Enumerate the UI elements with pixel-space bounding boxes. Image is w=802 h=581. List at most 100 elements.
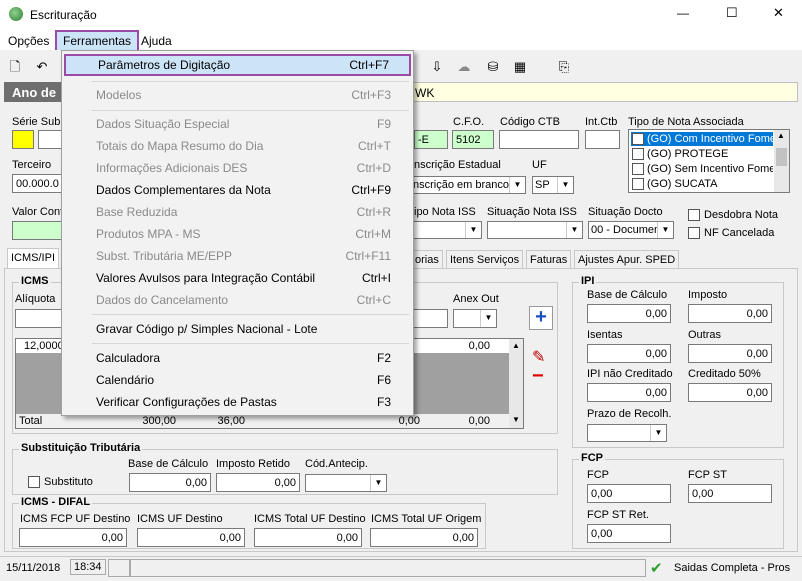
cfo-input[interactable]: 5102 bbox=[452, 130, 494, 149]
serie-label: Série Sub bbox=[12, 116, 61, 128]
menu-item-situacao-especial[interactable]: Dados Situação Especial F9 bbox=[64, 113, 411, 135]
difal-fcp-input[interactable]: 0,00 bbox=[19, 528, 127, 547]
new-document-icon[interactable]: 🗋 bbox=[6, 58, 24, 76]
substituto-checkbox[interactable] bbox=[28, 476, 40, 488]
st-imposto-input[interactable]: 0,00 bbox=[216, 473, 300, 492]
chevron-down-icon[interactable]: ▼ bbox=[480, 310, 496, 327]
ipi-isentas-input[interactable]: 0,00 bbox=[587, 344, 671, 363]
codigo-ctb-input[interactable] bbox=[499, 130, 579, 149]
cfo-prefix-input[interactable]: -E bbox=[414, 130, 448, 149]
aliquota-input[interactable] bbox=[15, 309, 65, 328]
tipo-iss-select[interactable]: ▼ bbox=[410, 221, 482, 239]
desdobra-checkbox[interactable] bbox=[688, 209, 700, 221]
menu-item-base-reduzida[interactable]: Base Reduzida Ctrl+R bbox=[64, 201, 411, 223]
scroll-up-icon[interactable]: ▲ bbox=[777, 131, 785, 140]
menu-item-parametros[interactable]: Parâmetros de Digitação Ctrl+F7 bbox=[64, 54, 411, 76]
chevron-down-icon[interactable]: ▼ bbox=[370, 475, 386, 491]
st-base-input[interactable]: 0,00 bbox=[129, 473, 211, 492]
ipi-prazo-select[interactable]: ▼ bbox=[587, 424, 667, 442]
sit-docto-select[interactable]: 00 - Documen ▼ bbox=[588, 221, 674, 239]
tab-faturas[interactable]: Faturas bbox=[526, 250, 572, 269]
grid-icon[interactable]: ▦ bbox=[511, 58, 529, 76]
chevron-down-icon[interactable]: ▼ bbox=[566, 222, 582, 238]
menu-item-produtos-mpa[interactable]: Produtos MPA - MS Ctrl+M bbox=[64, 223, 411, 245]
tab-itens-servicos[interactable]: Itens Serviços bbox=[446, 250, 524, 269]
checkbox-icon[interactable] bbox=[632, 133, 644, 145]
int-ctb-input[interactable] bbox=[585, 130, 620, 149]
minimize-icon[interactable]: — bbox=[677, 6, 689, 20]
menu-item-mapa-resumo[interactable]: Totais do Mapa Resumo do Dia Ctrl+T bbox=[64, 135, 411, 157]
ipi-imposto-input[interactable]: 0,00 bbox=[688, 304, 772, 323]
tipo-nota-list[interactable]: (GO) Com Incentivo Fomer (GO) PROTEGE (G… bbox=[628, 129, 790, 193]
valor-input[interactable] bbox=[12, 221, 62, 240]
menu-item-dados-cancelamento[interactable]: Dados do Cancelamento Ctrl+C bbox=[64, 289, 411, 311]
list-item[interactable]: (GO) Com Incentivo Fomer bbox=[631, 132, 773, 146]
menu-item-gravar-codigo[interactable]: Gravar Código p/ Simples Nacional - Lote bbox=[64, 318, 411, 340]
tab-icms-ipi[interactable]: ICMS/IPI bbox=[7, 248, 60, 270]
menu-opcoes[interactable]: Opções bbox=[8, 34, 49, 48]
cib-icon[interactable]: ⛁ bbox=[484, 58, 502, 76]
tab-ajustes-sped[interactable]: Ajustes Apur. SPED bbox=[574, 250, 680, 269]
fcp-st-ret-input[interactable]: 0,00 bbox=[587, 524, 671, 543]
menu-item-verificar-pastas[interactable]: Verificar Configurações de Pastas F3 bbox=[64, 391, 411, 413]
menu-item-modelos[interactable]: Modelos Ctrl+F3 bbox=[64, 84, 411, 106]
menu-item-info-des[interactable]: Informações Adicionais DES Ctrl+D bbox=[64, 157, 411, 179]
chevron-down-icon[interactable]: ▼ bbox=[509, 177, 525, 193]
sit-docto-value: 00 - Documen bbox=[591, 224, 661, 236]
sit-iss-select[interactable]: ▼ bbox=[487, 221, 583, 239]
icms-field-right[interactable] bbox=[412, 309, 448, 328]
edit-icon[interactable]: ✎ bbox=[532, 347, 545, 367]
list-item[interactable]: (GO) PROTEGE bbox=[631, 147, 773, 161]
total-value: 0,00 bbox=[398, 415, 420, 427]
chevron-down-icon[interactable]: ▼ bbox=[657, 222, 673, 238]
tab-acessorias[interactable]: orias bbox=[411, 250, 443, 269]
menu-item-valores-avulsos[interactable]: Valores Avulsos para Integração Contábil… bbox=[64, 267, 411, 289]
checkbox-icon[interactable] bbox=[632, 178, 644, 190]
cloud-icon[interactable]: ☁ bbox=[455, 58, 473, 76]
fcp-st-input[interactable]: 0,00 bbox=[688, 484, 772, 503]
nf-cancelada-checkbox[interactable] bbox=[688, 227, 700, 239]
list-scrollbar[interactable]: ▲ bbox=[774, 130, 789, 192]
difal-total-destino-input[interactable]: 0,00 bbox=[254, 528, 362, 547]
difal-uf-destino-input[interactable]: 0,00 bbox=[137, 528, 245, 547]
import-icon[interactable]: ⇩ bbox=[428, 58, 446, 76]
terceiro-input[interactable]: 00.000.0 bbox=[12, 174, 62, 193]
chevron-down-icon[interactable]: ▼ bbox=[465, 222, 481, 238]
menu-ferramentas[interactable]: Ferramentas bbox=[55, 30, 140, 52]
menu-item-dados-complementares[interactable]: Dados Complementares da Nota Ctrl+F9 bbox=[64, 179, 411, 201]
chevron-down-icon[interactable]: ▼ bbox=[650, 425, 666, 441]
ipi-cred50-input[interactable]: 0,00 bbox=[688, 383, 772, 402]
chevron-down-icon[interactable]: ▼ bbox=[557, 177, 573, 193]
ipi-base-input[interactable]: 0,00 bbox=[587, 304, 671, 323]
fcp-input[interactable]: 0,00 bbox=[587, 484, 671, 503]
inscricao-select[interactable]: nscrição em branco ▼ bbox=[410, 176, 526, 194]
ipi-outras-input[interactable]: 0,00 bbox=[688, 344, 772, 363]
exit-icon[interactable]: ⎘ bbox=[555, 58, 573, 76]
checkbox-icon[interactable] bbox=[632, 163, 644, 175]
scroll-thumb[interactable] bbox=[776, 148, 787, 166]
row-value: 0,00 bbox=[468, 340, 490, 352]
grid-scrollbar[interactable]: ▲ ▼ bbox=[509, 339, 523, 428]
menu-ajuda[interactable]: Ajuda bbox=[141, 34, 172, 48]
cod-antecip-select[interactable]: ▼ bbox=[305, 474, 387, 492]
anex-out-select[interactable]: ▼ bbox=[453, 309, 497, 328]
menu-item-calendario[interactable]: Calendário F6 bbox=[64, 369, 411, 391]
uf-select[interactable]: SP ▼ bbox=[532, 176, 574, 194]
list-item[interactable]: (GO) Sem Incentivo Fomer bbox=[631, 162, 773, 176]
serie-input[interactable] bbox=[12, 130, 34, 149]
menu-item-calculadora[interactable]: Calculadora F2 bbox=[64, 347, 411, 369]
ipi-nao-cred-input[interactable]: 0,00 bbox=[587, 383, 671, 402]
scroll-down-icon[interactable]: ▼ bbox=[512, 415, 520, 424]
remove-icon[interactable]: − bbox=[532, 366, 544, 386]
difal-total-origem-input[interactable]: 0,00 bbox=[370, 528, 478, 547]
sub-input[interactable] bbox=[38, 130, 62, 149]
menu-item-subst-tributaria[interactable]: Subst. Tributária ME/EPP Ctrl+F11 bbox=[64, 245, 411, 267]
undo-icon[interactable]: ↶ bbox=[33, 58, 51, 76]
status-panel bbox=[130, 559, 646, 577]
add-icon[interactable]: + bbox=[529, 306, 553, 330]
close-icon[interactable]: ✕ bbox=[773, 5, 784, 21]
scroll-up-icon[interactable]: ▲ bbox=[512, 341, 520, 350]
list-item[interactable]: (GO) SUCATA bbox=[631, 177, 773, 191]
maximize-icon[interactable]: ☐ bbox=[726, 5, 738, 21]
checkbox-icon[interactable] bbox=[632, 148, 644, 160]
